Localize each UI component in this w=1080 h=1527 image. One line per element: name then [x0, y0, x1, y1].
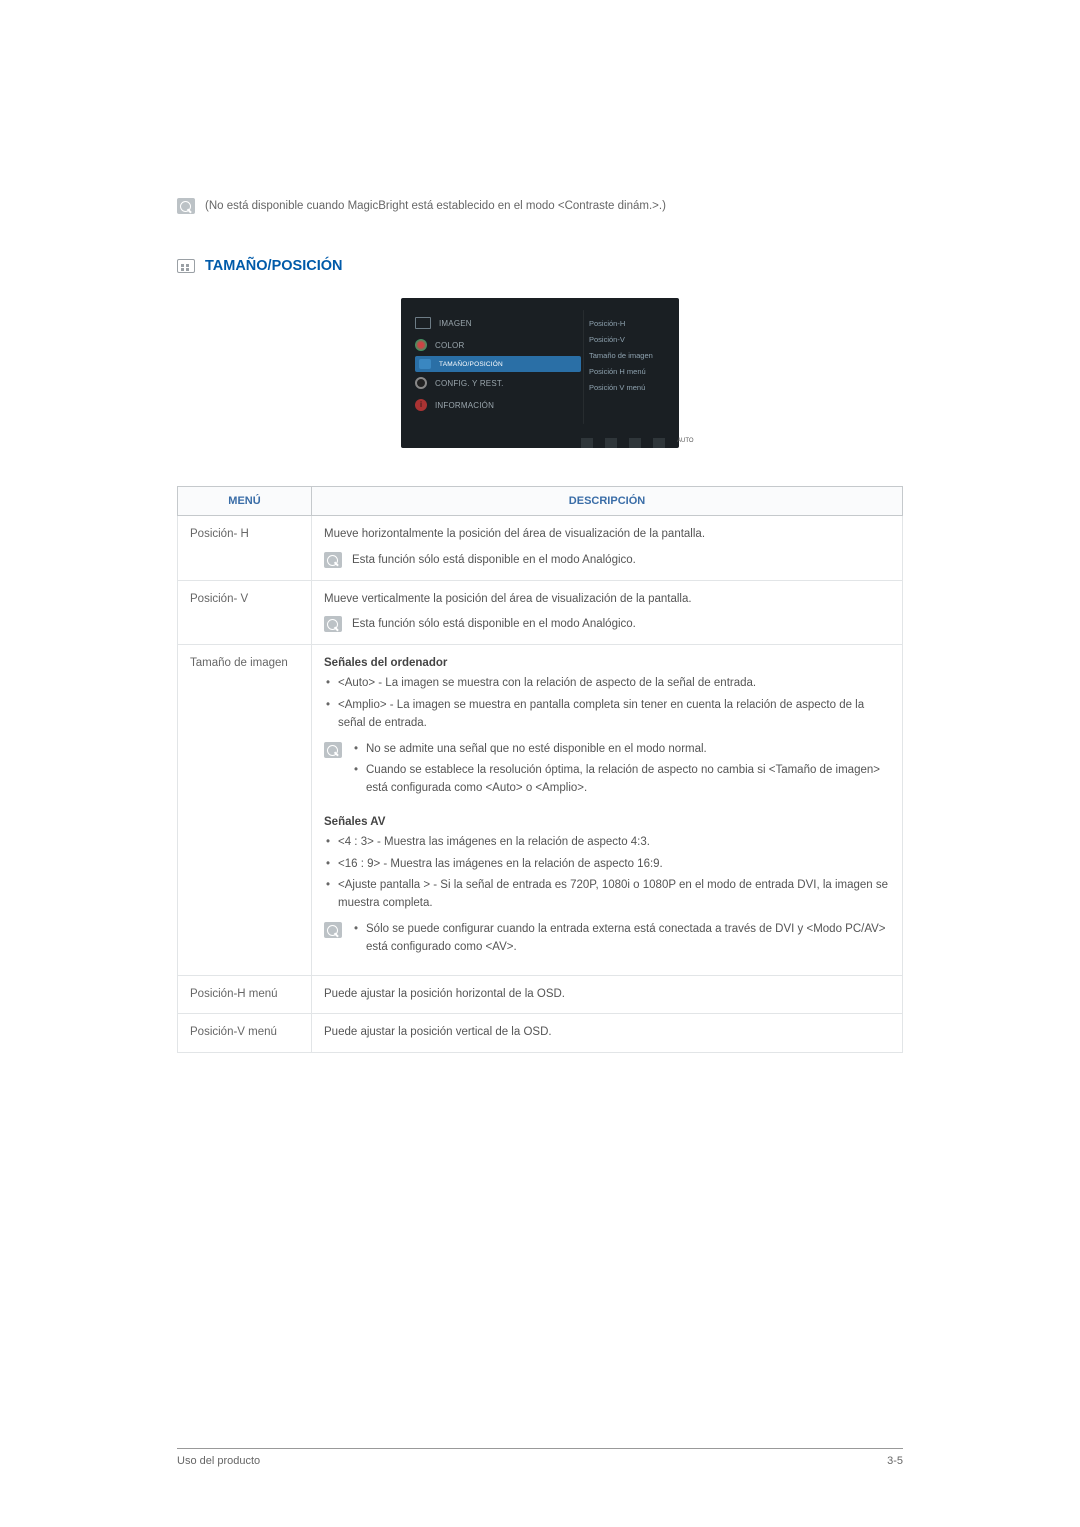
page-footer: Uso del producto 3-5: [177, 1448, 903, 1467]
osd-right-item: Posición-V: [589, 332, 653, 348]
subhead: Señales del ordenador: [324, 655, 890, 673]
list-item: Cuando se establece la resolución óptima…: [352, 762, 890, 798]
description-table: MENÚ DESCRIPCIÓN Posición- H Mueve horiz…: [177, 486, 903, 1053]
list-item: Sólo se puede configurar cuando la entra…: [352, 921, 890, 957]
table-row: Posición- V Mueve verticalmente la posic…: [178, 580, 903, 645]
osd-item-config: CONFIG. Y REST.: [415, 372, 581, 394]
magnifier-icon: [324, 922, 342, 938]
cell-desc: Puede ajustar la posición horizontal de …: [312, 975, 903, 1014]
th-menu: MENÚ: [178, 487, 312, 516]
osd-bottom-bar: AUTO: [581, 438, 694, 448]
sub-bullet-list: Sólo se puede configurar cuando la entra…: [352, 921, 890, 957]
osd-right-item: Posición V menú: [589, 380, 653, 396]
osd-right-item: Posición-H: [589, 316, 653, 332]
section-heading-text: TAMAÑO/POSICIÓN: [205, 258, 342, 274]
subhead: Señales AV: [324, 814, 890, 832]
magnifier-icon: [324, 616, 342, 632]
cell-desc: Puede ajustar la posición vertical de la…: [312, 1014, 903, 1053]
section-heading: TAMAÑO/POSICIÓN: [177, 258, 903, 274]
desc-line: Mueve verticalmente la posición del área…: [324, 591, 890, 609]
osd-right-item: Tamaño de imagen: [589, 348, 653, 364]
list-item: <4 : 3> - Muestra las imágenes en la rel…: [324, 834, 890, 852]
magnifier-icon: [177, 198, 195, 214]
cell-menu: Tamaño de imagen: [178, 645, 312, 975]
osd-item-info: iINFORMACIÓN: [415, 394, 581, 416]
list-item: <16 : 9> - Muestra las imágenes en la re…: [324, 856, 890, 874]
cell-desc: Mueve horizontalmente la posición del ár…: [312, 516, 903, 581]
cell-menu: Posición-H menú: [178, 975, 312, 1014]
osd-item-tamano: TAMAÑO/POSICIÓN: [415, 356, 581, 372]
th-desc: DESCRIPCIÓN: [312, 487, 903, 516]
list-item: <Amplio> - La imagen se muestra en panta…: [324, 697, 890, 733]
top-note-text: (No está disponible cuando MagicBright e…: [205, 200, 666, 212]
cell-menu: Posición- V: [178, 580, 312, 645]
footer-left: Uso del producto: [177, 1455, 260, 1467]
sub-bullet-list: No se admite una señal que no esté dispo…: [352, 741, 890, 798]
osd-left-menu: IMAGEN COLOR TAMAÑO/POSICIÓN CONFIG. Y R…: [415, 312, 581, 416]
inline-note: Esta función sólo está disponible en el …: [324, 552, 890, 570]
magnifier-icon: [324, 552, 342, 568]
table-row: Posición- H Mueve horizontalmente la pos…: [178, 516, 903, 581]
note-text: Esta función sólo está disponible en el …: [352, 616, 636, 634]
note-text: Esta función sólo está disponible en el …: [352, 552, 636, 570]
table-row: Tamaño de imagen Señales del ordenador <…: [178, 645, 903, 975]
cell-menu: Posición-V menú: [178, 1014, 312, 1053]
table-row: Posición-H menú Puede ajustar la posició…: [178, 975, 903, 1014]
footer-right: 3-5: [887, 1455, 903, 1467]
list-item: <Auto> - La imagen se muestra con la rel…: [324, 675, 890, 693]
cell-menu: Posición- H: [178, 516, 312, 581]
osd-screenshot: IMAGEN COLOR TAMAÑO/POSICIÓN CONFIG. Y R…: [401, 298, 679, 448]
cell-desc: Señales del ordenador <Auto> - La imagen…: [312, 645, 903, 975]
list-item: No se admite una señal que no esté dispo…: [352, 741, 890, 759]
desc-line: Mueve horizontalmente la posición del ár…: [324, 526, 890, 544]
bullet-list: <4 : 3> - Muestra las imágenes en la rel…: [324, 834, 890, 913]
table-row: Posición-V menú Puede ajustar la posició…: [178, 1014, 903, 1053]
osd-item-color: COLOR: [415, 334, 581, 356]
inline-note: Esta función sólo está disponible en el …: [324, 616, 890, 634]
osd-right-menu: Posición-H Posición-V Tamaño de imagen P…: [589, 316, 653, 396]
list-item: <Ajuste pantalla > - Si la señal de entr…: [324, 877, 890, 913]
cell-desc: Mueve verticalmente la posición del área…: [312, 580, 903, 645]
grid-icon: [177, 259, 195, 273]
magnifier-icon: [324, 742, 342, 758]
osd-right-item: Posición H menú: [589, 364, 653, 380]
top-note: (No está disponible cuando MagicBright e…: [177, 198, 903, 214]
osd-item-imagen: IMAGEN: [415, 312, 581, 334]
sub-note: Sólo se puede configurar cuando la entra…: [324, 921, 890, 961]
bullet-list: <Auto> - La imagen se muestra con la rel…: [324, 675, 890, 732]
sub-note: No se admite una señal que no esté dispo…: [324, 741, 890, 802]
